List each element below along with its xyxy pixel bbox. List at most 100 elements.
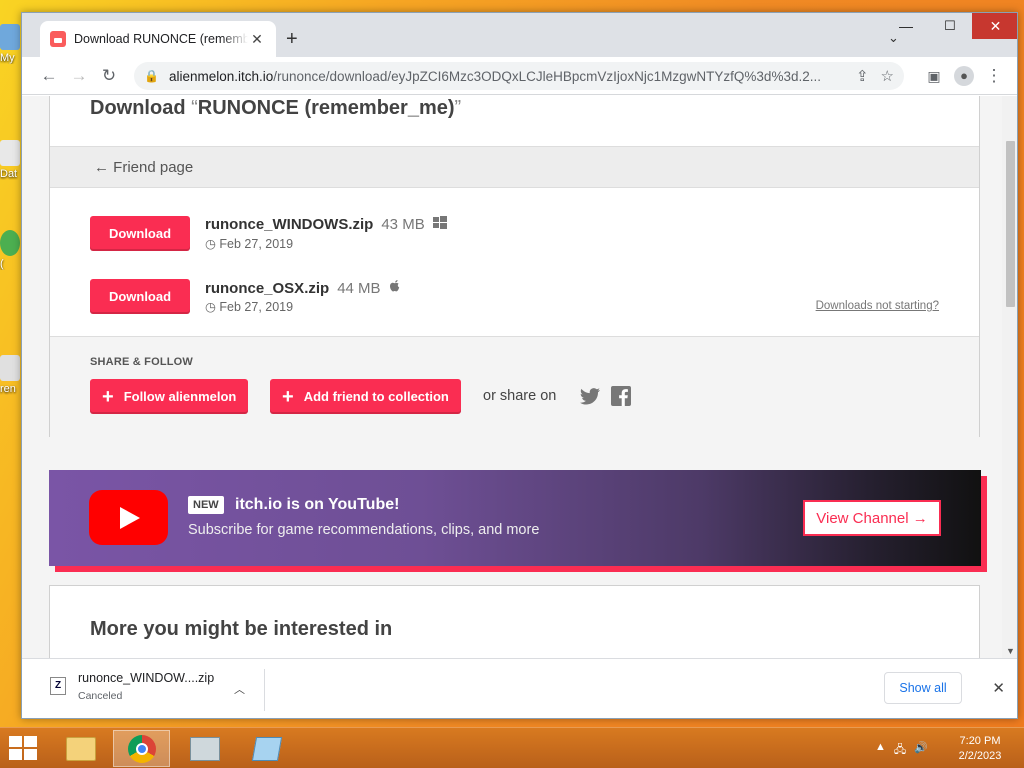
share-icon[interactable]: ⇪ bbox=[856, 67, 869, 85]
network-icon[interactable]: 🖧 bbox=[894, 741, 906, 760]
twitter-icon[interactable] bbox=[580, 386, 600, 406]
windows-icon bbox=[432, 216, 447, 232]
download-card: Download “RUNONCE (remember_me)” ← Frien… bbox=[49, 96, 980, 437]
apple-icon bbox=[389, 279, 401, 296]
windows-logo-pane bbox=[9, 749, 22, 760]
downloads-not-starting-link[interactable]: Downloads not starting? bbox=[816, 300, 939, 312]
folder-icon bbox=[65, 736, 96, 761]
tab-close-icon[interactable]: ✕ bbox=[248, 31, 266, 48]
view-channel-button[interactable]: View Channel → bbox=[803, 500, 941, 536]
tab-active[interactable]: Download RUNONCE (remember_me) by alienm… bbox=[40, 21, 276, 57]
chrome-icon bbox=[127, 734, 156, 763]
upload-filename-text: runonce_OSX.zip bbox=[205, 280, 330, 297]
taskbar-file-explorer[interactable] bbox=[52, 730, 109, 767]
windows-logo-pane bbox=[24, 736, 37, 747]
page-scrollbar[interactable]: ▼ bbox=[1002, 96, 1017, 658]
desktop-icon-label: My bbox=[0, 52, 15, 64]
download-options-chevron-icon[interactable]: ︿ bbox=[234, 681, 245, 697]
address-bar[interactable]: 🔒 alienmelon.itch.io/runonce/download/ey… bbox=[134, 62, 904, 90]
download-status: Canceled bbox=[78, 690, 123, 702]
taskbar-monitor-app[interactable] bbox=[176, 730, 233, 767]
computer-icon bbox=[0, 24, 20, 50]
file-icon bbox=[0, 140, 20, 166]
desktop-icon[interactable]: ren bbox=[0, 355, 22, 395]
reload-icon[interactable]: ↻ bbox=[94, 61, 124, 91]
bookmark-star-icon[interactable]: ☆ bbox=[881, 67, 894, 85]
recommendations-card: More you might be interested in bbox=[49, 585, 980, 658]
profile-avatar-icon[interactable]: ● bbox=[949, 61, 979, 91]
maximize-button[interactable]: ☐ bbox=[928, 13, 972, 39]
file-icon bbox=[0, 355, 20, 381]
desktop-icon[interactable]: ( bbox=[0, 230, 22, 270]
upload-date: ◷ Feb 27, 2019 bbox=[205, 299, 293, 314]
or-share-label: or share on bbox=[483, 388, 557, 404]
clock[interactable]: 7:20 PM 2/2/2023 bbox=[950, 734, 1010, 764]
taskbar-chrome[interactable] bbox=[113, 730, 170, 767]
upload-date-text: Feb 27, 2019 bbox=[219, 237, 294, 251]
windows-logo-pane bbox=[24, 749, 37, 760]
follow-button[interactable]: + Follow alienmelon bbox=[90, 379, 249, 414]
desktop-icon[interactable]: Dat bbox=[0, 140, 22, 180]
follow-button-label: Follow alienmelon bbox=[123, 389, 237, 404]
upload-date: ◷ Feb 27, 2019 bbox=[205, 236, 293, 251]
desktop-icon-label: ren bbox=[0, 383, 16, 395]
download-item[interactable]: Z runonce_WINDOW....zip Canceled ︿ bbox=[36, 669, 265, 711]
title-open-quote: “ bbox=[191, 97, 198, 119]
new-tab-button[interactable]: + bbox=[286, 29, 298, 49]
show-hidden-icons-icon[interactable]: ▲ bbox=[875, 741, 886, 760]
lock-icon: 🔒 bbox=[144, 69, 159, 83]
download-button[interactable]: Download bbox=[90, 216, 190, 251]
recommendations-heading: More you might be interested in bbox=[90, 618, 393, 640]
share-follow-label: SHARE & FOLLOW bbox=[90, 356, 194, 368]
download-button[interactable]: Download bbox=[90, 279, 190, 314]
clock-time: 7:20 PM bbox=[959, 735, 1001, 747]
taskbar-notepad[interactable] bbox=[238, 730, 295, 767]
upload-row: Download runonce_WINDOWS.zip 43 MB ◷ Feb … bbox=[90, 216, 940, 266]
facebook-icon[interactable] bbox=[611, 386, 631, 406]
close-shelf-icon[interactable]: ✕ bbox=[992, 679, 1005, 697]
download-shelf: Z runonce_WINDOW....zip Canceled ︿ Show … bbox=[22, 658, 1017, 718]
plus-icon: + bbox=[102, 385, 114, 408]
add-to-collection-label: Add friend to collection bbox=[303, 389, 449, 404]
desktop-icon-label: Dat bbox=[0, 168, 18, 180]
back-arrow-icon[interactable]: ← bbox=[34, 61, 64, 91]
scroll-down-arrow-icon[interactable]: ▼ bbox=[1006, 646, 1015, 656]
side-panel-icon[interactable]: ▣ bbox=[919, 61, 949, 91]
title-game-name: RUNONCE (remember_me) bbox=[197, 97, 455, 119]
start-button[interactable] bbox=[9, 736, 38, 760]
clock-date: 2/2/2023 bbox=[958, 750, 1002, 762]
close-window-button[interactable]: ✕ bbox=[972, 13, 1017, 39]
tab-title: Download RUNONCE (remember_me) by alienm… bbox=[74, 32, 248, 46]
friend-page-link[interactable]: ← Friend page bbox=[94, 159, 193, 176]
download-filename: runonce_WINDOW....zip bbox=[78, 671, 215, 685]
toolbar-right: ▣ ● ⋮ bbox=[919, 61, 1009, 91]
page-title: Download “RUNONCE (remember_me)” bbox=[90, 97, 461, 120]
url-text[interactable]: alienmelon.itch.io/runonce/download/eyJp… bbox=[169, 69, 844, 84]
url-path: /runonce/download/eyJpZCI6Mzc3ODQxLCJleH… bbox=[273, 68, 821, 84]
menu-kebab-icon[interactable]: ⋮ bbox=[979, 61, 1009, 91]
youtube-logo-icon bbox=[89, 490, 168, 545]
upload-filename-text: runonce_WINDOWS.zip bbox=[205, 216, 374, 233]
title-close-quote: ” bbox=[454, 97, 462, 119]
forward-arrow-icon[interactable]: → bbox=[64, 61, 94, 91]
plus-icon: + bbox=[282, 385, 294, 408]
taskbar: ▲ 🖧 🔊 7:20 PM 2/2/2023 bbox=[0, 727, 1024, 768]
clock-icon: ◷ bbox=[205, 300, 216, 314]
upload-date-text: Feb 27, 2019 bbox=[219, 300, 294, 314]
show-all-button[interactable]: Show all bbox=[884, 672, 962, 704]
monitor-icon bbox=[189, 736, 220, 761]
scrollbar-thumb[interactable] bbox=[1006, 141, 1015, 307]
windows-logo-icon bbox=[9, 736, 22, 747]
upload-filename: runonce_OSX.zip 44 MB bbox=[205, 279, 401, 297]
desktop-icon[interactable]: My bbox=[0, 24, 22, 64]
volume-icon[interactable]: 🔊 bbox=[914, 741, 928, 760]
zip-file-icon: Z bbox=[50, 677, 66, 695]
toolbar: ← → ↻ 🔒 alienmelon.itch.io/runonce/downl… bbox=[22, 57, 1017, 95]
upload-size: 43 MB bbox=[381, 216, 425, 233]
app-icon bbox=[0, 230, 20, 256]
upload-filename: runonce_WINDOWS.zip 43 MB bbox=[205, 216, 447, 233]
add-to-collection-button[interactable]: + Add friend to collection bbox=[270, 379, 461, 414]
youtube-banner[interactable]: NEW itch.io is on YouTube! Subscribe for… bbox=[49, 470, 981, 566]
minimize-button[interactable]: — bbox=[884, 13, 928, 39]
browser-window: Download RUNONCE (remember_me) by alienm… bbox=[21, 12, 1018, 719]
